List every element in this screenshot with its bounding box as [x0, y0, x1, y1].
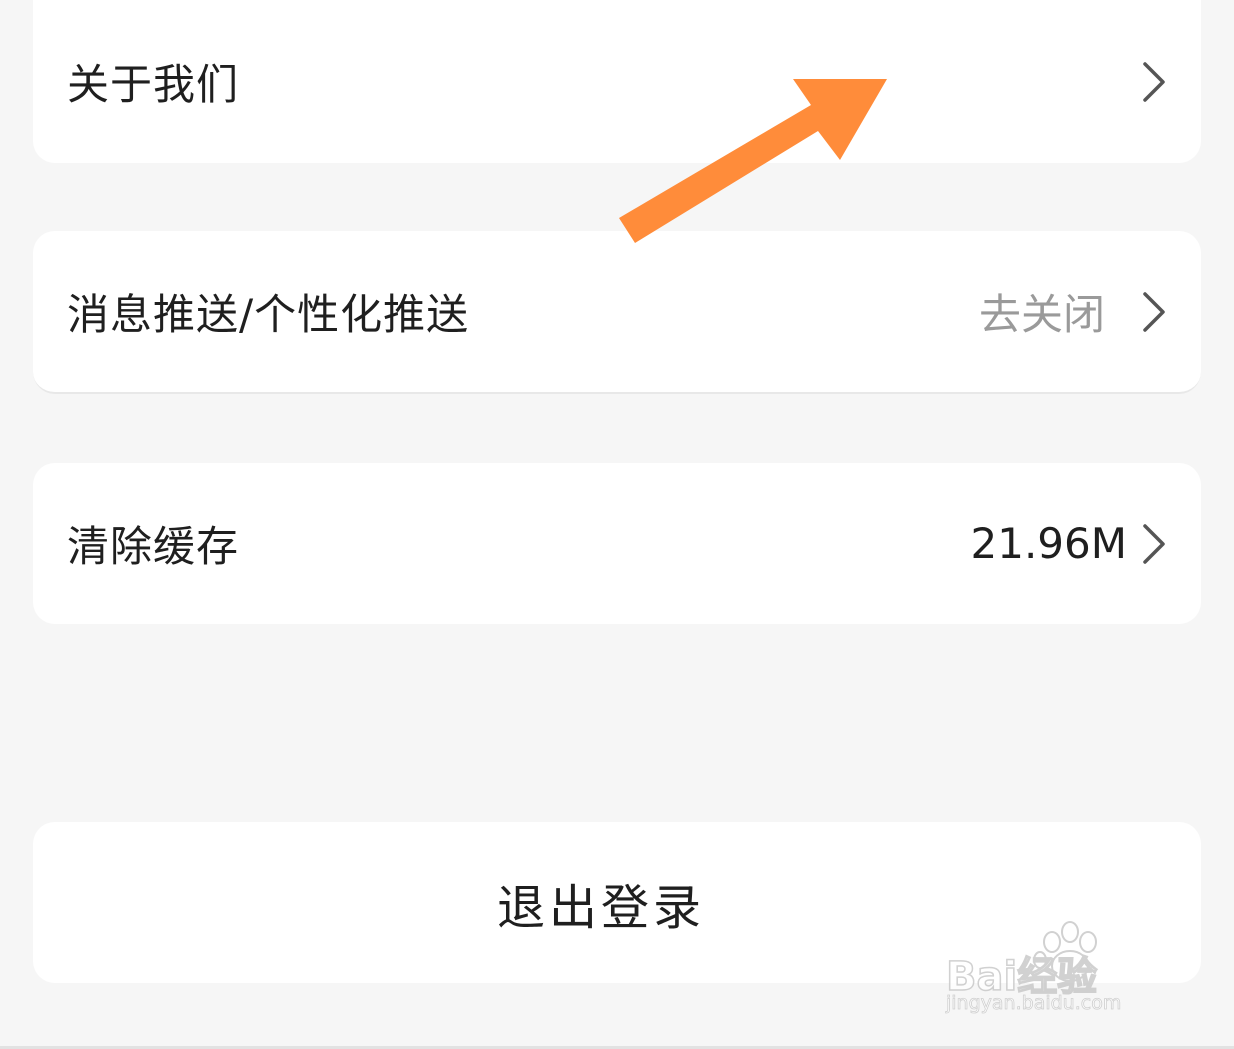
about-us-item[interactable]: 关于我们 — [33, 0, 1201, 163]
about-us-label: 关于我们 — [67, 60, 240, 109]
push-notification-label: 消息推送/个性化推送 — [67, 290, 470, 339]
baidu-jingyan-watermark: Bai经验 jingyan.baidu.com — [945, 918, 1171, 1022]
clear-cache-right: 21.96M — [971, 519, 1167, 568]
clear-cache-row[interactable]: 清除缓存 21.96M — [33, 463, 1201, 624]
push-notification-status: 去关闭 — [978, 290, 1105, 339]
chevron-right-icon — [1143, 523, 1165, 564]
clear-cache-label: 清除缓存 — [67, 522, 240, 571]
cache-size-value: 21.96M — [970, 519, 1127, 568]
push-notification-item[interactable]: 消息推送/个性化推送 去关闭 — [33, 231, 1201, 394]
push-notification-row[interactable]: 消息推送/个性化推送 去关闭 — [33, 231, 1201, 392]
chevron-right-icon — [1143, 61, 1165, 102]
logout-label: 退出登录 — [496, 879, 705, 936]
watermark-url: jingyan.baidu.com — [946, 992, 1122, 1015]
about-us-row[interactable]: 关于我们 — [33, 0, 1201, 163]
push-notification-right: 去关闭 — [979, 281, 1167, 342]
about-us-right — [1141, 60, 1167, 104]
chevron-right-icon — [1143, 291, 1165, 332]
clear-cache-item[interactable]: 清除缓存 21.96M — [33, 463, 1201, 624]
